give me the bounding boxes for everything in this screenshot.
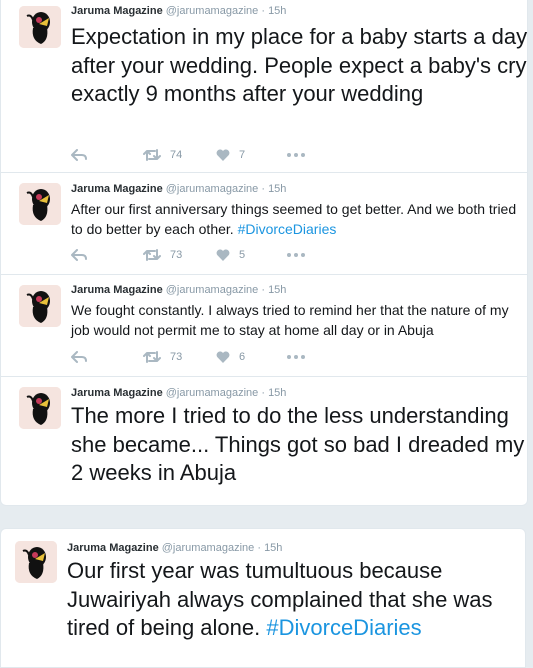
reply-icon: [71, 249, 87, 261]
like-button[interactable]: 7: [216, 147, 245, 163]
tweet-4[interactable]: Jaruma Magazine @jarumamagazine · 15h Th…: [1, 377, 527, 505]
tweet-text: Expectation in my place for a baby start…: [71, 24, 528, 106]
tweet-time[interactable]: 15h: [264, 542, 282, 554]
jaruma-logo-icon[interactable]: [19, 183, 61, 225]
reply-icon: [71, 149, 87, 161]
jaruma-logo-icon[interactable]: [15, 541, 57, 583]
tweet-5[interactable]: Jaruma Magazine @jarumamagazine · 15h Ou…: [1, 529, 525, 655]
more-icon: [287, 253, 305, 257]
jaruma-logo-icon[interactable]: [19, 6, 61, 48]
author-name[interactable]: Jaruma Magazine: [71, 387, 163, 399]
author-name[interactable]: Jaruma Magazine: [71, 284, 163, 296]
tweet-text: After our first anniversary things seeme…: [71, 199, 531, 239]
retweet-count: 74: [170, 149, 183, 161]
like-button[interactable]: 5: [216, 247, 245, 263]
tweet-time[interactable]: 15h: [268, 387, 286, 399]
author-handle[interactable]: @jarumamagazine: [166, 387, 259, 399]
author-handle[interactable]: @jarumamagazine: [166, 5, 259, 17]
jaruma-logo-icon[interactable]: [19, 285, 61, 327]
retweet-button[interactable]: 74: [143, 147, 182, 163]
like-button[interactable]: 6: [216, 349, 245, 365]
tweet-card: Jaruma Magazine @jarumamagazine · 15h Ou…: [0, 528, 526, 668]
reply-icon: [71, 351, 87, 363]
reply-button[interactable]: [71, 147, 87, 163]
retweet-icon: [143, 149, 161, 161]
separator-dot: ·: [257, 542, 261, 554]
separator-dot: ·: [261, 387, 265, 399]
tweet-header: Jaruma Magazine @jarumamagazine · 15h: [71, 182, 286, 196]
separator-dot: ·: [261, 183, 265, 195]
tweet-header: Jaruma Magazine @jarumamagazine · 15h: [71, 4, 286, 18]
more-button[interactable]: [287, 247, 305, 263]
author-name[interactable]: Jaruma Magazine: [71, 183, 163, 195]
tweet-header: Jaruma Magazine @jarumamagazine · 15h: [71, 386, 286, 400]
separator-dot: ·: [261, 5, 265, 17]
more-button[interactable]: [287, 349, 305, 365]
tweet-actions: 74 7: [71, 147, 331, 163]
author-handle[interactable]: @jarumamagazine: [162, 542, 255, 554]
like-count: 7: [239, 149, 246, 161]
retweet-button[interactable]: 73: [143, 247, 182, 263]
tweet-3[interactable]: Jaruma Magazine @jarumamagazine · 15h We…: [1, 275, 527, 376]
retweet-button[interactable]: 73: [143, 349, 182, 365]
tweet-1[interactable]: Jaruma Magazine @jarumamagazine · 15h Ex…: [1, 0, 527, 171]
tweet-text: The more I tried to do the less understa…: [71, 403, 525, 485]
jaruma-logo-icon[interactable]: [19, 387, 61, 429]
author-handle[interactable]: @jarumamagazine: [166, 183, 259, 195]
tweet-time[interactable]: 15h: [268, 5, 286, 17]
hashtag-link[interactable]: #DivorceDiaries: [238, 221, 337, 237]
more-icon: [287, 153, 305, 157]
tweet-thread-card: Jaruma Magazine @jarumamagazine · 15h Ex…: [0, 0, 528, 506]
separator-dot: ·: [261, 284, 265, 296]
retweet-count: 73: [170, 351, 183, 363]
retweet-icon: [143, 249, 161, 261]
tweet-time[interactable]: 15h: [268, 183, 286, 195]
author-name[interactable]: Jaruma Magazine: [71, 5, 163, 17]
more-icon: [287, 355, 305, 359]
like-count: 6: [239, 351, 246, 363]
author-handle[interactable]: @jarumamagazine: [166, 284, 259, 296]
hashtag-link[interactable]: #DivorceDiaries: [266, 615, 421, 640]
retweet-icon: [143, 351, 161, 363]
author-name[interactable]: Jaruma Magazine: [67, 542, 159, 554]
tweet-time[interactable]: 15h: [268, 284, 286, 296]
tweet-text: Our first year was tumultuous because Ju…: [67, 557, 527, 643]
heart-icon: [216, 249, 230, 261]
tweet-text: We fought constantly. I always tried to …: [71, 302, 509, 338]
tweet-actions: 73 6: [71, 349, 331, 365]
more-button[interactable]: [287, 147, 305, 163]
heart-icon: [216, 351, 230, 363]
heart-icon: [216, 149, 230, 161]
reply-button[interactable]: [71, 247, 87, 263]
tweet-header: Jaruma Magazine @jarumamagazine · 15h: [67, 541, 282, 555]
tweet-actions: 73 5: [71, 247, 331, 263]
like-count: 5: [239, 249, 246, 261]
reply-button[interactable]: [71, 349, 87, 365]
tweet-2[interactable]: Jaruma Magazine @jarumamagazine · 15h Af…: [1, 173, 527, 273]
tweet-header: Jaruma Magazine @jarumamagazine · 15h: [71, 283, 286, 297]
retweet-count: 73: [170, 249, 183, 261]
